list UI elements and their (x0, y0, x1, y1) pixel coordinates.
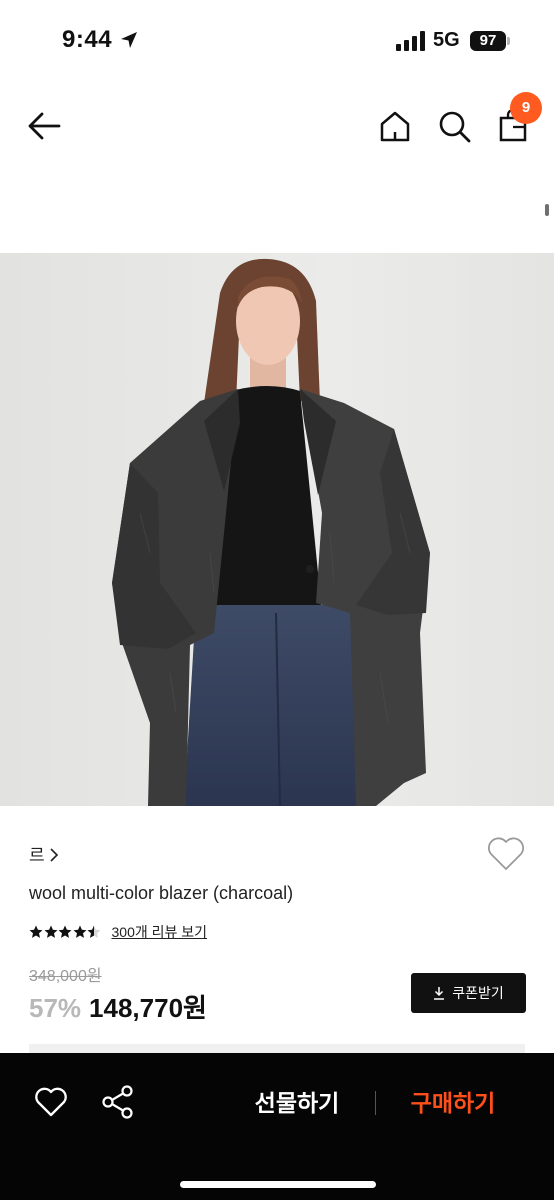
status-time: 9:44 (62, 26, 113, 53)
home-indicator[interactable] (180, 1181, 376, 1188)
buy-button[interactable]: 구매하기 (388, 1083, 518, 1123)
original-price: 348,000원 (29, 968, 102, 985)
share-icon[interactable] (101, 1085, 135, 1119)
heart-outline-icon[interactable] (34, 1086, 68, 1118)
battery-icon: 97 (470, 31, 506, 51)
star-icon (58, 925, 72, 938)
top-navigation: 9 (0, 84, 554, 174)
search-icon[interactable] (436, 108, 472, 144)
wishlist-heart-icon[interactable] (486, 834, 526, 872)
network-label: 5G (433, 29, 460, 51)
download-icon (434, 987, 445, 1000)
discount-rate: 57% (29, 993, 82, 1023)
battery-cap (507, 37, 510, 45)
product-photo (0, 253, 554, 806)
rating-row: 300개 리뷰 보기 (29, 921, 207, 943)
sale-price: 148,770원 (89, 993, 207, 1023)
gift-button[interactable]: 선물하기 (232, 1083, 362, 1123)
chevron-right-icon (50, 848, 58, 862)
location-arrow-icon (121, 32, 137, 48)
coupon-label: 쿠폰받기 (452, 985, 504, 1001)
price-row: 57% 148,770원 (29, 988, 207, 1025)
star-icon (29, 925, 43, 938)
status-bar: 9:44 5G 97 (0, 0, 554, 84)
scroll-indicator (545, 204, 549, 216)
brand-link[interactable]: 르 (29, 841, 59, 866)
bottom-action-bar: 선물하기 구매하기 (0, 1053, 554, 1200)
brand-name: 르 (29, 846, 45, 865)
product-name: wool multi-color blazer (charcoal) (29, 883, 294, 903)
cart-count-badge[interactable]: 9 (510, 92, 542, 124)
bar-divider (375, 1091, 376, 1115)
back-arrow-icon[interactable] (26, 108, 62, 144)
star-icon (44, 925, 57, 938)
home-icon[interactable] (377, 108, 413, 144)
star-icon (73, 925, 86, 938)
star-rating (29, 925, 102, 939)
coupon-download-button[interactable]: 쿠폰받기 (411, 973, 526, 1013)
half-star-icon (87, 925, 101, 938)
signal-bars-icon (396, 31, 425, 51)
product-image[interactable] (0, 253, 554, 806)
review-link[interactable]: 300개 리뷰 보기 (112, 922, 208, 942)
